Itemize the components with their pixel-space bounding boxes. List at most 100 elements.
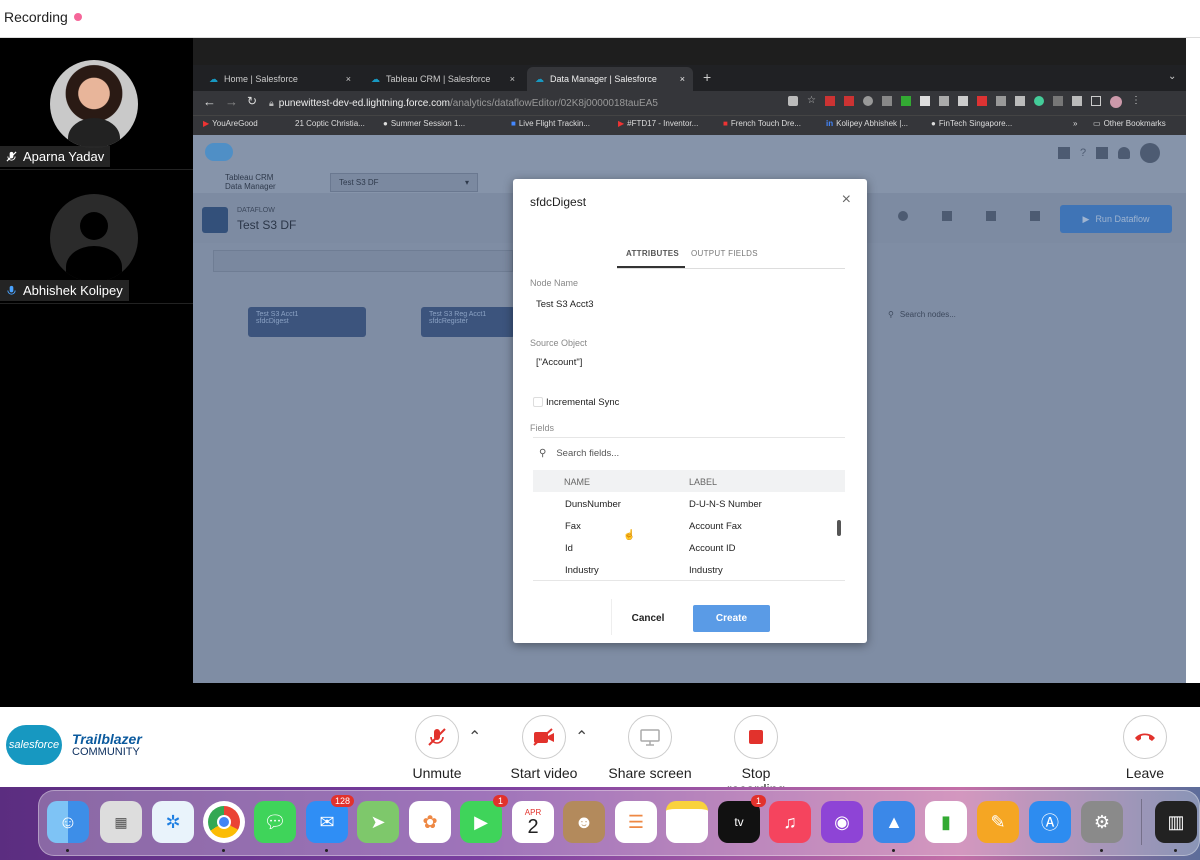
user-avatar-icon[interactable] bbox=[1140, 143, 1161, 163]
bell-icon[interactable] bbox=[1118, 147, 1131, 159]
extension-icon[interactable] bbox=[824, 96, 835, 106]
profile-avatar-icon[interactable] bbox=[1109, 96, 1122, 108]
extension-icon[interactable] bbox=[862, 96, 873, 106]
bookmark[interactable]: ● FinTech Singapore... bbox=[931, 119, 1012, 128]
bookmarks-more-icon[interactable]: » bbox=[1073, 119, 1077, 128]
share-icon[interactable] bbox=[788, 96, 798, 106]
participant-tile-abhishek[interactable]: Abhishek Kolipey bbox=[0, 172, 193, 304]
extension-icon[interactable] bbox=[1052, 96, 1063, 106]
forward-arrow-icon[interactable]: → bbox=[225, 94, 238, 109]
back-arrow-icon[interactable]: ← bbox=[203, 94, 216, 109]
bookmark[interactable]: 21 Coptic Christia... bbox=[295, 119, 365, 128]
start-video-button[interactable]: Start video bbox=[499, 715, 589, 781]
new-tab-plus-icon[interactable]: + bbox=[703, 69, 711, 85]
finder-icon[interactable]: ☺ bbox=[47, 801, 89, 852]
maps-icon[interactable]: ➤ bbox=[357, 801, 399, 843]
upload-icon[interactable] bbox=[1030, 211, 1040, 221]
column-header-label[interactable]: LABEL bbox=[689, 477, 717, 487]
facetime-icon[interactable]: ▶ 1 bbox=[460, 795, 508, 843]
safari-icon[interactable]: ✲ bbox=[152, 801, 194, 843]
photos-icon[interactable]: ✿ bbox=[409, 801, 451, 843]
launchpad-icon[interactable]: ▦ bbox=[100, 801, 142, 843]
extension-icon[interactable] bbox=[938, 96, 949, 106]
node-test-s3-acct1[interactable]: Test S3 Acct1 sfdcDigest bbox=[248, 307, 366, 337]
incremental-sync-checkbox[interactable] bbox=[533, 397, 543, 407]
more-vert-icon[interactable]: ⋮ bbox=[1131, 96, 1141, 110]
bookmark[interactable]: ■ French Touch Dre... bbox=[723, 119, 801, 128]
extension-icon[interactable] bbox=[995, 96, 1006, 106]
node-name-input[interactable]: Test S3 Acct3 bbox=[530, 297, 846, 319]
podcasts-icon[interactable]: ◉ bbox=[821, 801, 863, 843]
puzzle-icon[interactable] bbox=[1071, 96, 1082, 106]
share-screen-button[interactable]: Share screen bbox=[605, 715, 695, 781]
close-icon[interactable]: × bbox=[842, 191, 851, 209]
dataflow-select[interactable]: Test S3 DF ▾ bbox=[330, 173, 478, 192]
search-fields-input[interactable]: ⚲ Search fields... bbox=[533, 441, 845, 465]
download-icon[interactable] bbox=[986, 211, 996, 221]
music-icon[interactable]: ♫ bbox=[769, 801, 811, 843]
tab-data-manager[interactable]: ☁ Data Manager | Salesforce × bbox=[527, 67, 693, 91]
bookmark[interactable]: ▶ #FTD17 - Inventor... bbox=[618, 119, 698, 128]
table-scrollbar[interactable] bbox=[837, 520, 841, 536]
apple-tv-icon[interactable]: tv 1 bbox=[718, 795, 766, 843]
contacts-icon[interactable]: ☻ bbox=[563, 801, 605, 843]
create-button[interactable]: Create bbox=[693, 605, 770, 632]
chevron-up-icon[interactable]: ⌃ bbox=[468, 727, 481, 747]
grid-icon[interactable] bbox=[1058, 147, 1070, 159]
table-row[interactable]: Fax Account Fax bbox=[533, 515, 845, 537]
participant-tile-aparna[interactable]: Aparna Yadav bbox=[0, 38, 193, 170]
other-bookmarks[interactable]: ▭ Other Bookmarks bbox=[1093, 119, 1166, 128]
star-icon[interactable]: ☆ bbox=[807, 96, 816, 110]
table-row[interactable]: DunsNumber D-U-N-S Number bbox=[533, 493, 845, 515]
bookmark[interactable]: ■ Live Flight Trackin... bbox=[511, 119, 590, 128]
table-row[interactable]: Industry Industry bbox=[533, 559, 845, 581]
chevron-down-icon[interactable]: ⌄ bbox=[1168, 71, 1176, 82]
close-icon[interactable]: × bbox=[680, 74, 685, 84]
column-header-name[interactable]: NAME bbox=[564, 477, 590, 487]
chevron-up-icon[interactable]: ⌃ bbox=[575, 727, 588, 747]
messages-icon[interactable]: 💬︎ bbox=[254, 801, 296, 843]
leave-button[interactable]: Leave bbox=[1100, 715, 1190, 781]
extension-icon[interactable] bbox=[919, 96, 930, 106]
bookmark[interactable]: ● Summer Session 1... bbox=[383, 119, 465, 128]
bookmark[interactable]: in Kolipey Abhishek |... bbox=[826, 119, 908, 128]
mail-icon[interactable]: ✉ 128 bbox=[306, 795, 354, 852]
node-test-s3-reg-acct1[interactable]: Test S3 Reg Acct1 sfdcRegister bbox=[421, 307, 515, 337]
calendar-icon[interactable]: APR 2 bbox=[512, 801, 554, 843]
pages-icon[interactable]: ✎ bbox=[977, 801, 1019, 843]
numbers-icon[interactable]: ▮ bbox=[925, 801, 967, 843]
extension-icon[interactable] bbox=[843, 96, 854, 106]
close-icon[interactable]: × bbox=[510, 74, 515, 84]
chrome-icon[interactable] bbox=[203, 801, 245, 852]
piano-icon[interactable]: ▥ bbox=[1155, 801, 1197, 852]
extension-icon[interactable] bbox=[976, 96, 987, 106]
search-nodes-input[interactable]: ⚲ Search nodes... bbox=[888, 310, 956, 319]
extension-icon[interactable] bbox=[1033, 96, 1044, 106]
tab-attributes[interactable]: ATTRIBUTES bbox=[626, 249, 679, 258]
sidebar-icon[interactable] bbox=[1090, 96, 1101, 106]
source-object-input[interactable]: ["Account"] bbox=[530, 355, 846, 377]
stop-recording-button[interactable]: Stop recording bbox=[711, 715, 801, 797]
cancel-button[interactable]: Cancel bbox=[618, 605, 678, 632]
tab-home-salesforce[interactable]: ☁ Home | Salesforce × bbox=[201, 67, 359, 91]
system-preferences-icon[interactable]: ⚙ bbox=[1081, 801, 1123, 852]
json-icon[interactable] bbox=[942, 211, 952, 221]
run-dataflow-button[interactable]: ▶ Run Dataflow bbox=[1060, 205, 1172, 233]
table-row[interactable]: Id Account ID bbox=[533, 537, 845, 559]
reminders-icon[interactable]: ☰ bbox=[615, 801, 657, 843]
app-store-icon[interactable]: Ⓐ bbox=[1029, 801, 1071, 843]
history-icon[interactable] bbox=[898, 211, 908, 221]
extension-icon[interactable] bbox=[881, 96, 892, 106]
bookmark[interactable]: ▶ YouAreGood bbox=[203, 119, 258, 128]
close-icon[interactable]: × bbox=[346, 74, 351, 84]
keynote-icon[interactable]: ▲ bbox=[873, 801, 915, 852]
tab-tableau-crm[interactable]: ☁ Tableau CRM | Salesforce × bbox=[363, 67, 523, 91]
notes-icon[interactable] bbox=[666, 801, 708, 843]
unmute-button[interactable]: Unmute bbox=[392, 715, 482, 781]
url-bar[interactable]: 🔒︎ punewittest-dev-ed.lightning.force.co… bbox=[269, 93, 799, 113]
help-icon[interactable]: ? bbox=[1080, 147, 1086, 163]
settings-icon[interactable] bbox=[1096, 147, 1109, 159]
reload-icon[interactable]: ↻ bbox=[247, 94, 257, 108]
extension-icon[interactable] bbox=[957, 96, 968, 106]
tab-output-fields[interactable]: OUTPUT FIELDS bbox=[691, 249, 758, 258]
